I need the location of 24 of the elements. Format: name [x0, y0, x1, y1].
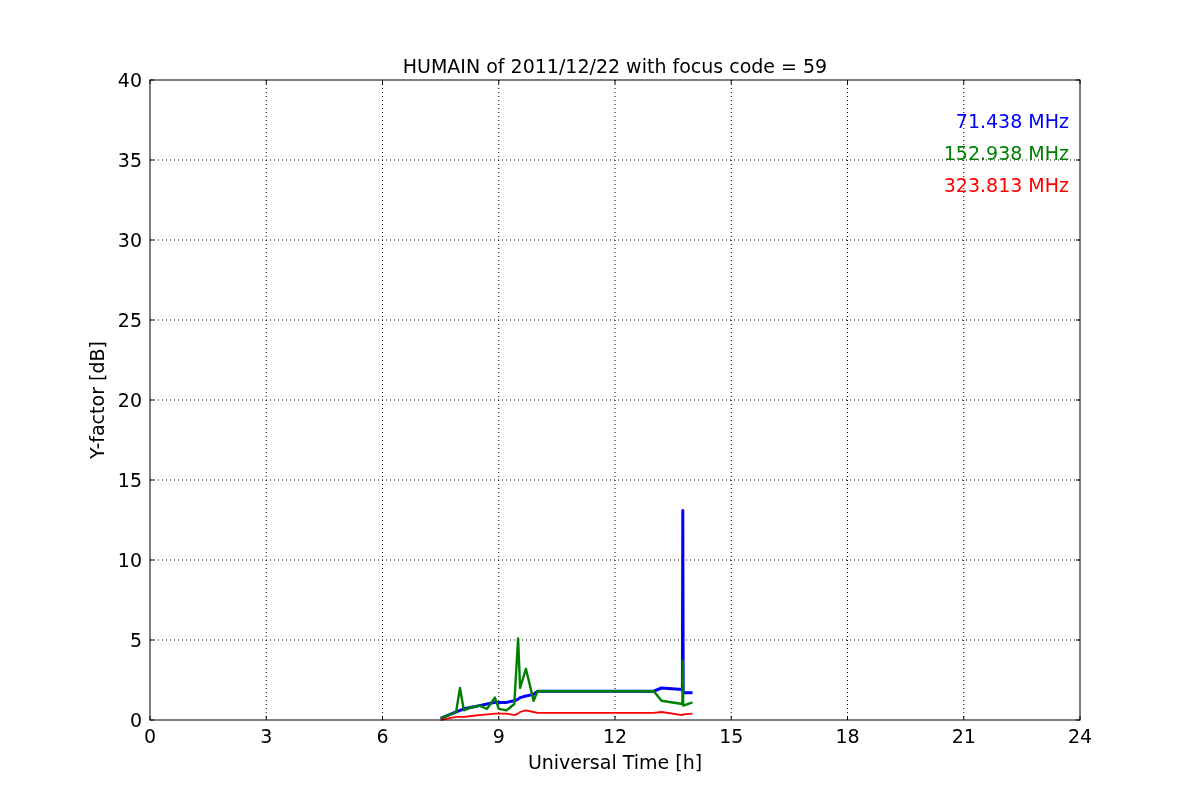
tick-label: 25	[117, 309, 142, 331]
tick-label: 15	[117, 469, 142, 491]
tick-label: 24	[1067, 725, 1093, 747]
legend-label: 152.938 MHz	[943, 142, 1069, 164]
tick-label: 10	[117, 549, 142, 571]
tick-label: 40	[117, 69, 142, 91]
legend-label: 323.813 MHz	[943, 174, 1069, 196]
tick-label: 5	[129, 629, 142, 651]
x-axis-label: Universal Time [h]	[527, 751, 703, 773]
tick-label: 0	[143, 725, 157, 747]
tick-label: 15	[719, 725, 744, 747]
tick-label: 20	[117, 389, 142, 411]
y-axis-label: Y-factor [dB]	[86, 341, 108, 459]
tick-label: 35	[117, 149, 142, 171]
tick-label: 3	[260, 725, 273, 747]
tick-label: 30	[117, 229, 142, 251]
tick-label: 12	[602, 725, 628, 747]
tick-label: 21	[951, 725, 976, 747]
tick-label: 0	[129, 709, 142, 731]
legend-label: 71.438 MHz	[955, 110, 1069, 132]
tick-label: 18	[835, 725, 860, 747]
tick-label: 6	[376, 725, 389, 747]
tick-label: 9	[492, 725, 505, 747]
plot-title: HUMAIN of 2011/12/22 with focus code = 59	[402, 55, 828, 77]
